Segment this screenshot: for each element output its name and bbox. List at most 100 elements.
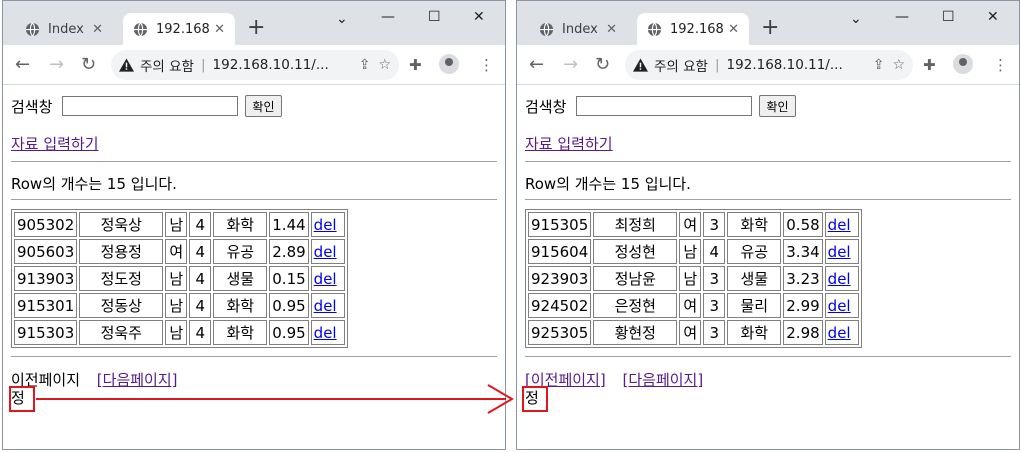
address-bar[interactable]: 주의 요함 | 192.168.10.11/... ⇪ ☆ [111,50,399,80]
row-count-text: Row의 개수는 15 입니다. [11,175,177,193]
delete-link[interactable]: del [314,216,337,234]
year-cell: 3 [703,266,726,291]
close-window-button[interactable]: ✕ [987,9,999,25]
year-cell: 3 [703,293,726,318]
table-row: 924502 은정현 여 3 물리 2.99 del [528,293,859,318]
department-cell: 생물 [213,266,268,291]
close-window-button[interactable]: ✕ [473,9,485,25]
tab-index[interactable]: Index of ✕ [529,13,627,45]
year-cell: 4 [189,266,212,291]
student-id-cell: 905302 [14,212,78,237]
tab-search-chevron-icon[interactable]: ⌄ [850,11,862,27]
maximize-button[interactable]: ☐ [428,9,441,25]
divider [525,356,1011,357]
search-label: 검색창 [525,97,567,116]
tab-title: Index of [48,21,88,37]
delete-link[interactable]: del [828,216,851,234]
department-cell: 생물 [727,266,782,291]
next-page-link[interactable]: [다음페이지] [623,371,704,389]
highlight-box [522,386,548,412]
gpa-cell: 0.95 [269,320,309,345]
tab-search-chevron-icon[interactable]: ⌄ [336,11,348,27]
minimize-button[interactable]: — [381,9,395,25]
tab-close-icon[interactable]: ✕ [214,22,225,37]
divider [11,356,497,357]
year-cell: 3 [703,212,726,237]
tab-active[interactable]: 192.168. ✕ [123,13,235,45]
extensions-puzzle-icon[interactable]: ✚ [409,56,422,74]
reload-icon[interactable]: ↻ [81,54,96,75]
browser-window-right: Index of ✕ 192.168. ✕ + ⌄ — ☐ ✕ ← → ↻ 주의… [516,0,1020,450]
back-arrow-icon[interactable]: ← [15,54,30,75]
search-input[interactable] [62,96,239,116]
tab-title: 192.168. [156,21,211,37]
gpa-cell: 2.89 [269,239,309,264]
sex-cell: 여 [679,293,702,318]
address-bar[interactable]: 주의 요함 | 192.168.10.11/... ⇪ ☆ [625,50,913,80]
tab-close-icon[interactable]: ✕ [728,22,739,37]
year-cell: 4 [189,320,212,345]
confirm-button[interactable]: 확인 [759,95,796,117]
forward-arrow-icon[interactable]: → [563,54,578,75]
tab-strip: Index of ✕ 192.168. ✕ + ⌄ — ☐ ✕ [517,1,1019,45]
data-input-link[interactable]: 자료 입력하기 [525,133,613,154]
sex-cell: 남 [679,266,702,291]
table-row: 905603 정용정 여 4 유공 2.89 del [14,239,345,264]
data-input-link[interactable]: 자료 입력하기 [11,133,99,154]
results-table: 905302 정욱상 남 4 화학 1.44 del 905603 정용정 여 4 유공 2.89 del… [11,209,348,348]
delete-link[interactable]: del [314,270,337,288]
gpa-cell: 2.99 [783,293,823,318]
student-id-cell: 905603 [14,239,78,264]
sex-cell: 남 [165,266,188,291]
table-row: 915305 최정희 여 3 화학 0.58 del [528,212,859,237]
share-icon[interactable]: ⇪ [359,57,371,73]
department-cell: 화학 [213,293,268,318]
sex-cell: 남 [165,320,188,345]
delete-link[interactable]: del [314,324,337,342]
delete-link[interactable]: del [314,297,337,315]
profile-avatar-icon[interactable] [439,54,459,78]
tab-close-icon[interactable]: ✕ [606,22,617,37]
maximize-button[interactable]: ☐ [942,9,955,25]
name-cell: 황현정 [593,320,678,345]
warning-icon [633,58,648,72]
student-id-cell: 925305 [528,320,592,345]
menu-kebab-icon[interactable]: ⋮ [479,56,494,74]
name-cell: 정남윤 [593,266,678,291]
extensions-puzzle-icon[interactable]: ✚ [923,56,936,74]
bookmark-star-icon[interactable]: ☆ [378,57,391,73]
delete-cell: del [310,266,345,291]
profile-avatar-icon[interactable] [953,54,973,78]
confirm-button[interactable]: 확인 [245,95,282,117]
delete-link[interactable]: del [828,297,851,315]
reload-icon[interactable]: ↻ [595,54,610,75]
new-tab-button[interactable]: + [761,15,779,41]
gpa-cell: 0.95 [269,293,309,318]
next-page-link[interactable]: [다음페이지] [97,371,178,389]
delete-link[interactable]: del [828,243,851,261]
search-input[interactable] [576,96,753,116]
gpa-cell: 3.23 [783,266,823,291]
forward-arrow-icon[interactable]: → [49,54,64,75]
delete-link[interactable]: del [828,324,851,342]
globe-icon [539,22,554,36]
tab-active[interactable]: 192.168. ✕ [637,13,749,45]
tab-title: 192.168. [670,21,725,37]
share-icon[interactable]: ⇪ [873,57,885,73]
menu-kebab-icon[interactable]: ⋮ [993,56,1008,74]
minimize-button[interactable]: — [895,9,909,25]
divider: | [200,57,206,73]
year-cell: 4 [703,239,726,264]
student-id-cell: 923903 [528,266,592,291]
tab-index[interactable]: Index of ✕ [15,13,113,45]
back-arrow-icon[interactable]: ← [529,54,544,75]
delete-link[interactable]: del [828,270,851,288]
new-tab-button[interactable]: + [247,15,265,41]
tab-close-icon[interactable]: ✕ [92,22,103,37]
delete-cell: del [310,320,345,345]
delete-link[interactable]: del [314,243,337,261]
bookmark-star-icon[interactable]: ☆ [892,57,905,73]
security-label: 주의 요함 [140,59,194,75]
table-row: 923903 정남윤 남 3 생물 3.23 del [528,266,859,291]
results-table: 915305 최정희 여 3 화학 0.58 del 915604 정성현 남 4 유공 3.34 del… [525,209,862,348]
